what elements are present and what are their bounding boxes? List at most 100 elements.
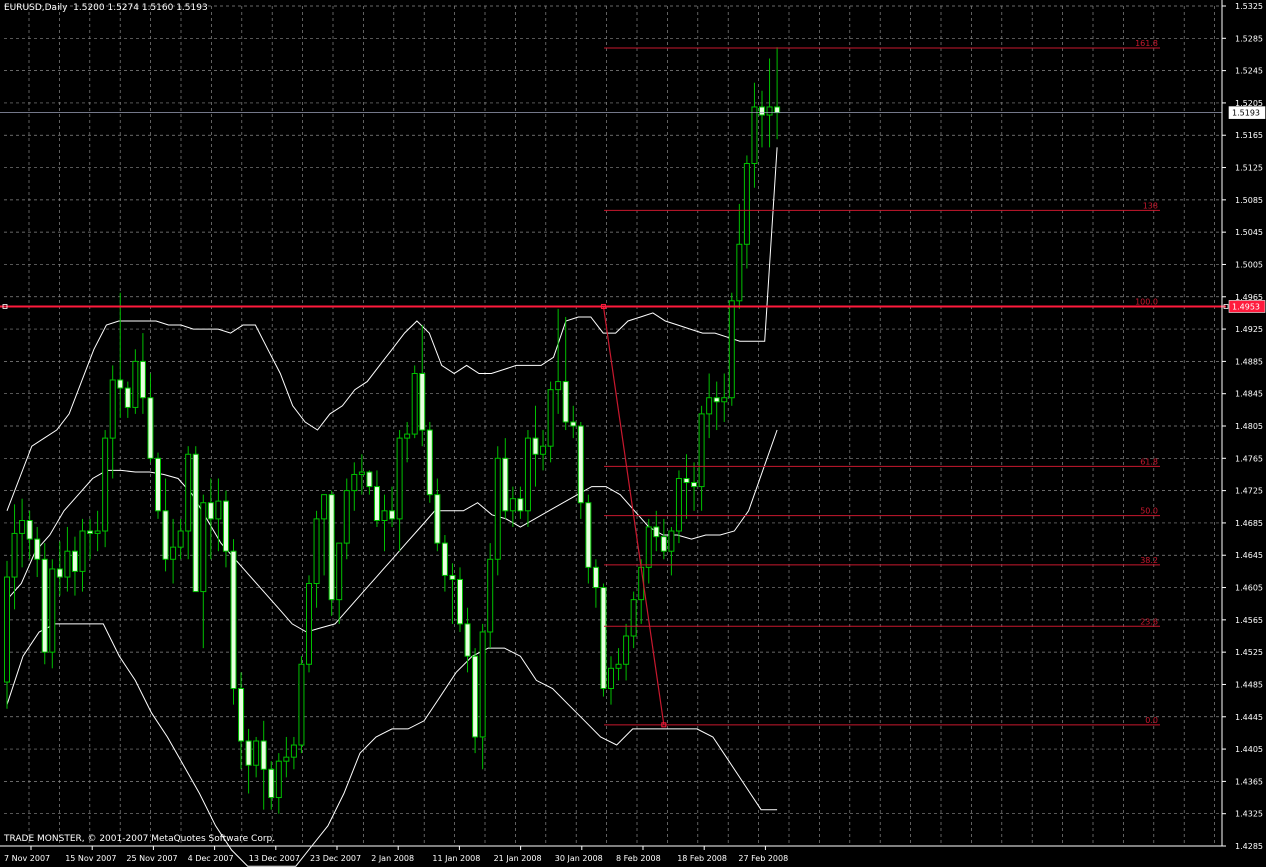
time-tick-label: 7 Nov 2007 [4,854,50,863]
candle-body [132,360,139,408]
candle-body [192,453,199,593]
candle-body [381,510,388,521]
candle-body [87,530,94,534]
fib-level-label: 38.2 [1140,556,1158,565]
candle-body [683,478,690,484]
candle-body [109,379,116,439]
candle-body [600,587,607,689]
candle-body [11,532,18,578]
current-price-tag-label: 1.5193 [1232,109,1260,118]
candle-body [713,397,720,403]
candle-body [751,106,758,164]
candle-body [434,494,441,544]
candle-body [358,471,365,475]
candle-body [464,623,471,657]
price-tick-label: 1.4525 [1235,648,1263,657]
price-tick-label: 1.4565 [1235,616,1263,625]
candle-body [691,482,698,488]
candle-body [577,425,584,504]
candle-body [728,300,735,399]
price-chart[interactable]: 161.8 138 100.0 61.8 50.0 38.2 23.6 0.0 1.5325 1… [0,0,1266,867]
price-tick-label: 1.4845 [1235,390,1263,399]
price-tick-label: 1.4925 [1235,325,1263,334]
candle-body [396,437,403,520]
candle-body [71,550,78,572]
candle-body [4,576,10,683]
candle-body [26,520,33,540]
price-tick-label: 1.5245 [1235,67,1263,76]
fib-level-label: 23.6 [1140,617,1158,626]
price-tick-label: 1.4365 [1235,777,1263,786]
copyright-text: TRADE MONSTER, © 2001-2007 MetaQuotes So… [4,834,276,844]
candle-body [706,397,713,415]
symbol-timeframe: EURUSD,Daily [4,3,68,13]
candle-body [721,397,728,403]
candle-body [275,760,282,799]
candle-body [457,578,463,625]
candle-body [200,502,207,593]
candle-body [283,756,290,762]
candle-body [321,494,328,520]
candle-body [64,550,71,578]
time-tick-label: 11 Jan 2008 [432,854,480,863]
price-tick-label: 1.5285 [1235,34,1263,43]
candle-body [532,437,539,455]
candle-body [668,530,675,552]
candle-body [253,740,260,766]
candle-body [260,740,267,770]
candle-body [698,413,705,488]
price-tick-label: 1.4765 [1235,454,1263,463]
candle-body [222,500,229,552]
chart-info: EURUSD,Daily 1.5200 1.5274 1.5160 1.5193 [4,3,208,13]
candle-body [94,530,101,534]
candle-body [774,106,781,114]
price-tick-label: 1.4805 [1235,422,1263,431]
time-tick-label: 4 Dec 2007 [188,854,234,863]
candle-body [366,471,373,488]
price-tick-label: 1.4485 [1235,680,1263,689]
candle-body [404,433,411,439]
candle-body [472,655,479,738]
candle-body [766,106,773,116]
time-tick-label: 15 Nov 2007 [65,854,116,863]
candle-body [155,457,161,512]
candle-body [524,437,531,512]
candle-body [313,518,320,585]
candle-body [49,568,56,653]
candle-body [389,510,396,520]
candle-body [419,373,426,431]
candle-body [743,163,750,245]
price-tick-label: 1.4685 [1235,519,1263,528]
time-tick-label: 30 Jan 2008 [555,854,603,863]
time-tick-label: 27 Feb 2008 [738,854,788,863]
price-tick-label: 1.4285 [1235,842,1263,851]
fib-level-label: 61.8 [1140,457,1158,466]
candle-body [502,457,509,512]
candle-body [245,740,252,766]
candle-body [117,379,124,389]
candle-body [645,526,652,568]
candle-body [759,106,765,116]
price-tick-label: 1.4445 [1235,713,1263,722]
candle-body [555,381,562,391]
price-tick-label: 1.5005 [1235,260,1263,269]
candle-body [653,526,660,538]
fib-level-label: 100.0 [1135,297,1158,306]
candle-body [608,667,614,689]
candle-body [675,478,682,532]
candle-body [147,397,154,459]
candle-body [139,360,146,399]
candle-body [328,494,335,601]
price-tick-label: 1.5085 [1235,196,1263,205]
time-tick-label: 23 Dec 2007 [310,854,361,863]
ohlc-values: 1.5200 1.5274 1.5160 1.5193 [73,3,208,13]
candle-body [494,457,501,560]
candle-body [268,768,275,799]
candle-body [298,663,305,746]
candle-body [736,243,743,302]
candle-body [487,558,494,633]
candle-body [351,473,358,492]
time-tick-label: 2 Jan 2008 [371,854,414,863]
price-tick-label: 1.4645 [1235,551,1263,560]
candle-body [41,558,48,653]
